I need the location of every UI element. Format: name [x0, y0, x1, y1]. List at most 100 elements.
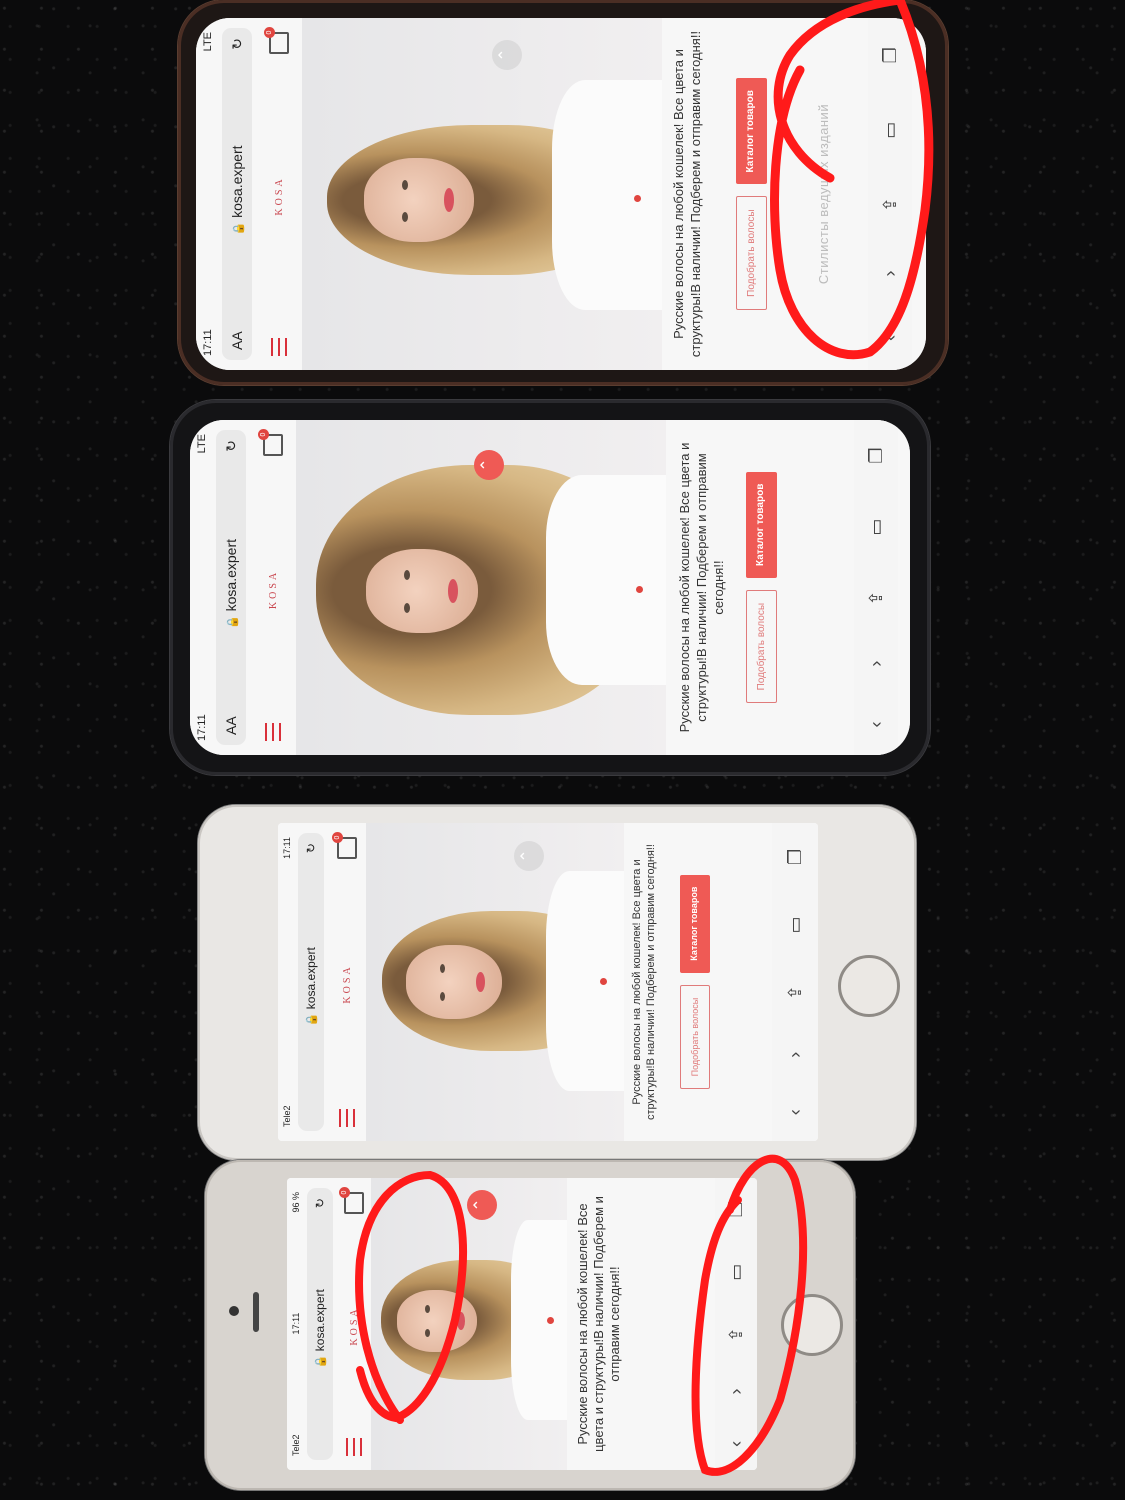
tabs-icon[interactable]: ❐ — [880, 47, 901, 63]
chevron-left-icon[interactable]: ‹ — [866, 722, 887, 728]
eye — [440, 992, 445, 1001]
front-camera — [229, 1306, 239, 1316]
scroll-up-button[interactable]: ⌃ — [467, 1190, 497, 1220]
lock-icon: 🔒 — [315, 1355, 327, 1369]
browser-toolbar: ‹ › ⇪ ▭ ❐ — [715, 1178, 757, 1470]
status-time: 17:11 — [291, 1312, 301, 1335]
address-bar[interactable]: 🔒 kosa.expert ↻ — [298, 833, 324, 1131]
lips — [476, 972, 485, 992]
status-bar: Tele2 17:11 — [278, 823, 296, 1141]
status-bar: 17:11 LTE — [196, 18, 220, 370]
shirt — [511, 1220, 567, 1420]
lock-icon: 🔒 — [227, 615, 239, 630]
cart-icon[interactable]: 0 — [264, 27, 289, 55]
phone-1: 17:11 LTE AA 🔒kosa.expert ↻ KOSA 0 ⌃ Рус… — [178, 0, 948, 385]
tagline: Русские волосы на любой кошелек! Все цве… — [631, 844, 657, 1120]
shirt — [546, 475, 666, 685]
share-icon[interactable]: ⇪ — [785, 985, 806, 1000]
share-icon[interactable]: ⇪ — [726, 1327, 747, 1342]
hero-image: ⌃ — [302, 18, 662, 370]
url-text: kosa.expert — [313, 1289, 327, 1352]
eye — [402, 212, 408, 222]
hamburger-menu-icon[interactable] — [346, 1438, 362, 1456]
tabs-icon[interactable]: ❐ — [785, 849, 806, 865]
chevron-right-icon[interactable]: › — [785, 1052, 806, 1058]
site-logo[interactable]: KOSA — [268, 570, 279, 609]
pick-hair-button[interactable]: Подобрать волосы — [736, 196, 767, 310]
address-bar[interactable]: AA 🔒 kosa.expert ↻ — [222, 28, 252, 360]
hamburger-menu-icon[interactable] — [271, 338, 287, 356]
book-icon[interactable]: ▭ — [785, 916, 806, 933]
site-logo[interactable]: KOSA — [349, 1306, 360, 1345]
cart-icon[interactable]: 0 — [332, 832, 357, 860]
shirt — [552, 80, 662, 310]
text-size-button[interactable]: AA — [223, 716, 239, 735]
home-button[interactable] — [838, 955, 900, 1017]
text-size-button[interactable]: AA — [229, 331, 245, 350]
hero-buttons: Подобрать волосы Каталог товаров — [680, 823, 710, 1141]
slider-dot[interactable] — [634, 195, 641, 202]
address-bar[interactable]: 🔒 kosa.expert ↻ — [307, 1188, 333, 1460]
status-time: 17:11 — [196, 714, 208, 741]
chevron-right-icon[interactable]: › — [866, 661, 887, 667]
slider-dot[interactable] — [636, 586, 643, 593]
lips — [448, 579, 458, 603]
status-time: 17:11 — [282, 837, 292, 859]
address-bar[interactable]: AA 🔒 kosa.expert ↻ — [216, 430, 246, 745]
scroll-up-button[interactable]: ⌃ — [492, 40, 522, 70]
cart-badge: 0 — [258, 429, 269, 441]
book-icon[interactable]: ▭ — [866, 519, 887, 536]
reload-icon[interactable]: ↻ — [223, 440, 240, 452]
status-bar: Tele2 17:11 96 % — [287, 1178, 305, 1470]
catalog-button[interactable]: Каталог товаров — [736, 78, 767, 185]
phone-3-screen: Tele2 17:11 🔒kosa.expert ↻ KOSA 0 ⌃ Русс… — [278, 823, 818, 1141]
site-logo[interactable]: KOSA — [274, 176, 285, 215]
slider-dot[interactable] — [547, 1317, 554, 1324]
share-icon[interactable]: ⇪ — [866, 591, 887, 606]
tabs-icon[interactable]: ❐ — [866, 448, 887, 464]
status-carrier: Tele2 — [291, 1434, 301, 1456]
cart-icon[interactable]: 0 — [258, 429, 283, 457]
site-header: KOSA 0 — [328, 823, 366, 1141]
eye — [404, 570, 410, 580]
eye — [404, 603, 410, 613]
browser-toolbar: ‹ › ⇪ ▭ ❐ — [854, 420, 898, 755]
scroll-up-button[interactable]: ⌃ — [514, 841, 544, 871]
book-icon[interactable]: ▭ — [726, 1264, 747, 1281]
tagline: Русские волосы на любой кошелек! Все цве… — [677, 442, 726, 733]
face — [397, 1290, 477, 1352]
hamburger-menu-icon[interactable] — [265, 723, 281, 741]
tagline: Русские волосы на любой кошелек! Все цве… — [575, 1196, 622, 1452]
url-text: kosa.expert — [304, 947, 318, 1010]
reload-icon[interactable]: ↻ — [304, 843, 318, 853]
chevron-left-icon[interactable]: ‹ — [726, 1441, 747, 1447]
book-icon[interactable]: ▭ — [880, 122, 901, 139]
chevron-right-icon[interactable]: › — [726, 1388, 747, 1394]
catalog-button[interactable]: Каталог товаров — [746, 471, 777, 578]
lock-icon: 🔒 — [233, 221, 245, 236]
browser-toolbar: ‹ › ⇪ ▭ ❐ — [868, 18, 912, 370]
chevron-left-icon[interactable]: ‹ — [880, 335, 901, 341]
site-logo[interactable]: KOSA — [342, 964, 353, 1003]
lips — [457, 1312, 465, 1330]
chevron-right-icon[interactable]: › — [880, 270, 901, 276]
catalog-button[interactable]: Каталог товаров — [680, 874, 710, 973]
phone-3: Tele2 17:11 🔒kosa.expert ↻ KOSA 0 ⌃ Русс… — [198, 805, 916, 1160]
tagline: Русские волосы на любой кошелек! Все цве… — [671, 30, 703, 358]
lips — [444, 188, 454, 212]
chevron-left-icon[interactable]: ‹ — [785, 1109, 806, 1115]
scroll-up-button[interactable]: ⌃ — [474, 450, 504, 480]
pick-hair-button[interactable]: Подобрать волосы — [680, 984, 710, 1090]
reload-icon[interactable]: ↻ — [229, 38, 246, 50]
url-text: kosa.expert — [223, 538, 239, 612]
share-icon[interactable]: ⇪ — [880, 197, 901, 212]
site-header: KOSA 0 — [256, 18, 302, 370]
slider-dot[interactable] — [600, 978, 607, 985]
cart-badge: 0 — [332, 832, 343, 844]
hamburger-menu-icon[interactable] — [339, 1109, 355, 1127]
tabs-icon[interactable]: ❐ — [726, 1201, 747, 1217]
reload-icon[interactable]: ↻ — [313, 1198, 327, 1208]
pick-hair-button[interactable]: Подобрать волосы — [746, 589, 777, 704]
home-button[interactable] — [781, 1294, 843, 1356]
cart-icon[interactable]: 0 — [339, 1187, 364, 1215]
